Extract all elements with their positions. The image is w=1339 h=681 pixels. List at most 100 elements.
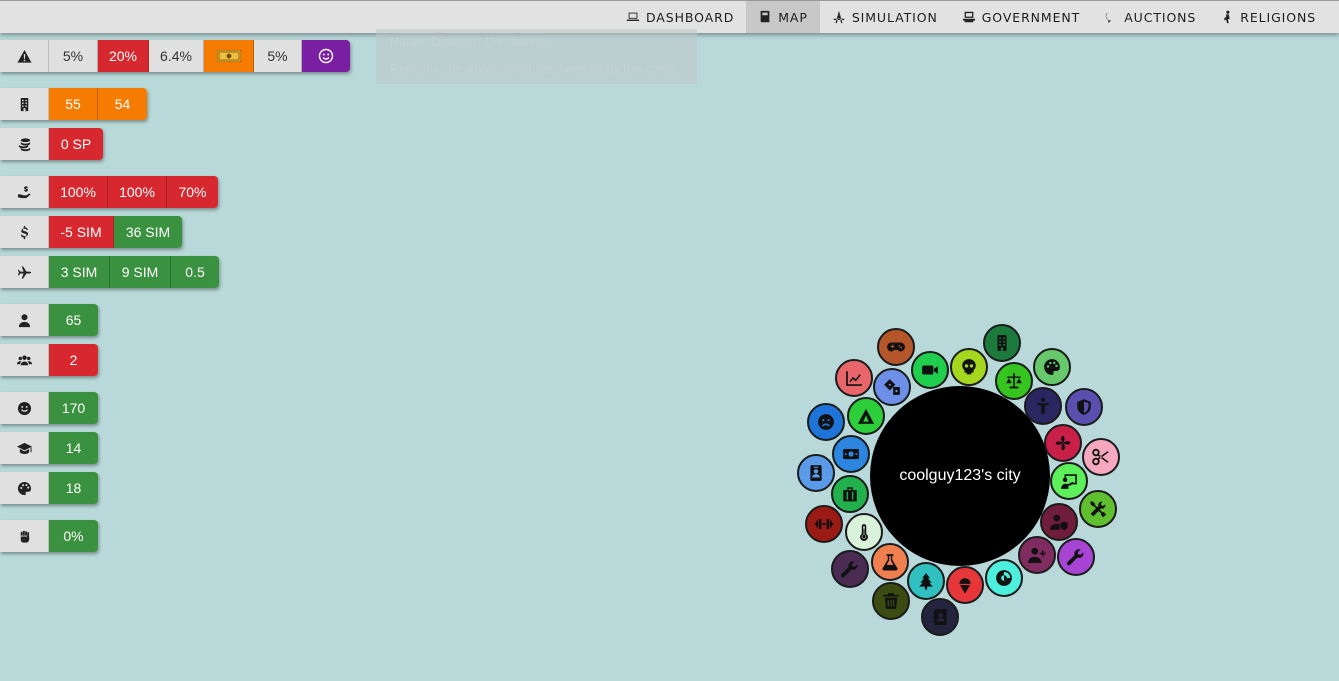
notification-message: Recently, the whole world has been hit b… (390, 62, 679, 76)
notification-title: Nature Disaster: 1% chance (390, 35, 546, 49)
culture-stat[interactable]: 18 (49, 472, 98, 504)
district-business[interactable] (831, 475, 869, 513)
district-office[interactable] (983, 324, 1021, 362)
users-icon (16, 354, 32, 365)
district-unhappy[interactable] (807, 403, 845, 441)
happiness-stat[interactable]: 170 (49, 392, 98, 424)
protest-row: 0% (0, 520, 98, 552)
hand-money-icon (17, 185, 31, 198)
video-icon (922, 365, 938, 375)
district-gamepad[interactable] (877, 328, 915, 366)
skull-icon (962, 359, 976, 375)
district-video[interactable] (911, 351, 949, 389)
graduation-cap-icon (16, 442, 32, 454)
nav-auctions-label: AUCTIONS (1124, 9, 1197, 25)
podium-icon (962, 11, 975, 23)
frown-icon (818, 414, 834, 430)
district-repair[interactable] (1057, 538, 1095, 576)
happiness-row: 170 (0, 392, 98, 424)
district-hairdresser[interactable] (1082, 438, 1120, 476)
district-mechanic[interactable] (831, 550, 869, 588)
crisis-stat-2[interactable]: 20% (98, 40, 149, 72)
district-bank[interactable] (832, 435, 870, 473)
travel-stat-2[interactable]: 9 SIM (110, 256, 171, 288)
protest-stat[interactable]: 0% (49, 520, 98, 552)
district-gym[interactable] (805, 505, 843, 543)
crisis-stat-5[interactable]: 5% (254, 40, 302, 72)
crisis-stats-row: 5% 20% 6.4% 5% (0, 40, 350, 72)
district-skull[interactable] (950, 348, 988, 386)
user-plus-icon (1028, 547, 1046, 563)
praying-icon (1224, 10, 1230, 24)
building-icon (20, 97, 28, 111)
banknote-icon (216, 50, 241, 62)
district-laboratory[interactable] (871, 543, 909, 581)
user-shield-icon (1050, 514, 1068, 531)
atom-icon (833, 10, 845, 24)
user-icon (18, 313, 30, 327)
dollar-icon (20, 225, 28, 239)
nav-menu: DASHBOARD MAP SIMULATION GOVERNMENT AUCT… (614, 1, 1328, 33)
district-camping[interactable] (847, 397, 885, 435)
nav-dashboard-label: DASHBOARD (646, 9, 735, 25)
education-stat[interactable]: 14 (49, 432, 98, 464)
nav-map[interactable]: MAP (746, 1, 820, 33)
smile-icon (17, 401, 31, 415)
district-waste[interactable] (872, 582, 910, 620)
district-windmill[interactable] (1044, 424, 1082, 462)
buildings-stat-1[interactable]: 55 (49, 88, 98, 120)
district-registry[interactable] (797, 454, 835, 492)
district-casino[interactable] (873, 368, 911, 406)
travel-stat-1[interactable]: 3 SIM (49, 256, 110, 288)
district-security[interactable] (1040, 503, 1078, 541)
nav-auctions[interactable]: AUCTIONS (1092, 1, 1208, 33)
district-archive[interactable] (921, 598, 959, 636)
sp-stat[interactable]: 0 SP (49, 128, 103, 160)
district-park[interactable] (907, 562, 945, 600)
district-weather-station[interactable] (845, 513, 883, 551)
crisis-stat-3[interactable]: 6.4% (149, 40, 204, 72)
district-recruitment[interactable] (1018, 536, 1056, 574)
crisis-stat-badge[interactable] (204, 40, 254, 72)
population-stat[interactable]: 65 (49, 304, 98, 336)
tax-stat-2[interactable]: 100% (108, 176, 167, 208)
wrench-icon (841, 561, 858, 578)
nav-religions[interactable]: RELIGIONS (1208, 1, 1328, 33)
nav-government[interactable]: GOVERNMENT (950, 1, 1092, 33)
coins-icon (18, 137, 30, 151)
city-center[interactable]: coolguy123's city (870, 386, 1050, 566)
tent-icon (858, 408, 874, 424)
education-icon-cell (0, 432, 49, 464)
city-name: coolguy123's city (899, 467, 1021, 484)
district-stocks[interactable] (835, 359, 873, 397)
district-monument[interactable] (1024, 387, 1062, 425)
travel-stat-3[interactable]: 0.5 (171, 256, 219, 288)
district-art[interactable] (1033, 348, 1071, 386)
groups-stat[interactable]: 2 (49, 344, 98, 376)
crisis-notification: Nature Disaster: 1% chance Recently, the… (376, 29, 697, 84)
nav-government-label: GOVERNMENT (981, 9, 1081, 25)
crisis-mood-cell[interactable] (302, 40, 350, 72)
building-icon (997, 335, 1007, 351)
gamepad-icon (887, 342, 905, 352)
fan-icon (1055, 435, 1071, 451)
tax-stat-3[interactable]: 70% (167, 176, 218, 208)
nav-simulation[interactable]: SIMULATION (820, 1, 950, 33)
money-stat-1[interactable]: -5 SIM (49, 216, 114, 248)
crisis-stat-1[interactable]: 5% (49, 40, 98, 72)
district-ice-cream[interactable] (946, 566, 984, 604)
nav-religions-label: RELIGIONS (1240, 9, 1317, 25)
district-workshop[interactable] (1079, 490, 1117, 528)
dumbbell-icon (815, 518, 833, 530)
district-defense[interactable] (1065, 388, 1103, 426)
district-school[interactable] (1050, 462, 1088, 500)
person-icon (1037, 397, 1049, 414)
trash-icon (883, 593, 899, 609)
money-stat-2[interactable]: 36 SIM (114, 216, 182, 248)
tax-stat-1[interactable]: 100% (49, 176, 108, 208)
district-utility[interactable] (985, 559, 1023, 597)
buildings-stat-2[interactable]: 54 (98, 88, 147, 120)
contrast-icon (996, 570, 1012, 586)
nav-map-label: MAP (778, 9, 808, 25)
nav-simulation-label: SIMULATION (851, 9, 938, 25)
